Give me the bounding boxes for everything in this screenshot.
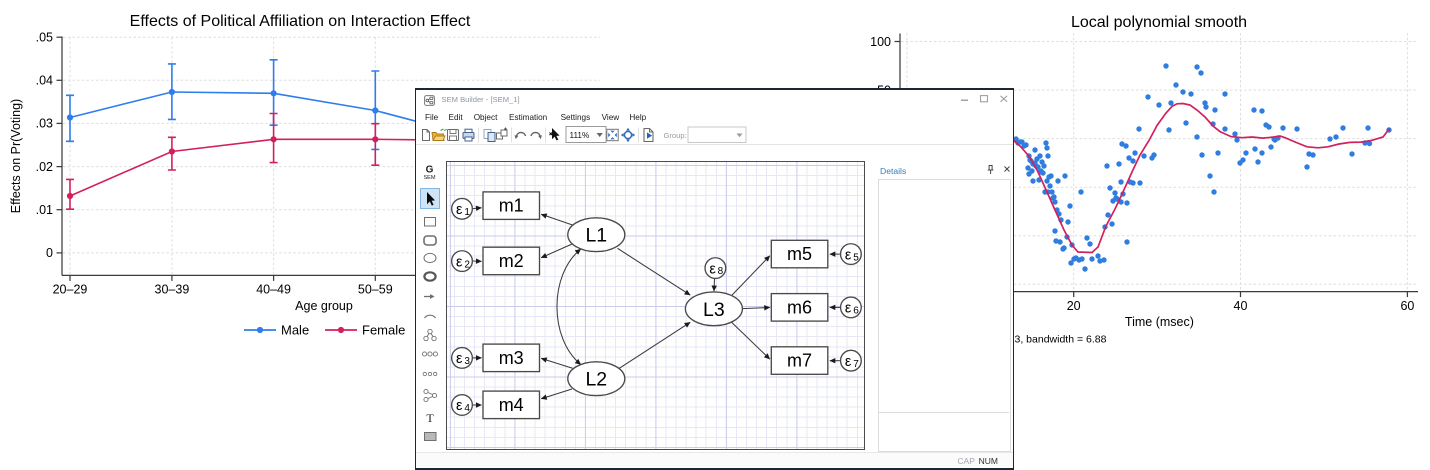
svg-text:Local polynomial smooth: Local polynomial smooth [1071, 14, 1247, 31]
svg-text:ε: ε [845, 247, 852, 263]
svg-text:Time (msec): Time (msec) [1125, 315, 1194, 329]
svg-text:ε: ε [456, 254, 463, 270]
svg-text:40–49: 40–49 [256, 283, 291, 297]
svg-text:ε: ε [845, 300, 852, 316]
svg-text:ε: ε [845, 353, 852, 369]
svg-text:m7: m7 [787, 350, 812, 370]
svg-text:m5: m5 [787, 244, 812, 264]
svg-text:Age group: Age group [295, 299, 353, 313]
svg-text:Female: Female [362, 323, 405, 338]
svg-text:6: 6 [853, 305, 859, 316]
svg-text:L1: L1 [585, 224, 607, 246]
svg-text:2: 2 [464, 259, 470, 270]
svg-text:3, bandwidth = 6.88: 3, bandwidth = 6.88 [1015, 333, 1107, 345]
svg-text:.03: .03 [36, 117, 53, 131]
svg-text:7: 7 [853, 358, 859, 369]
svg-text:111%: 111% [570, 131, 590, 140]
svg-text:Effects of Political Affiliati: Effects of Political Affiliation on Inte… [130, 13, 471, 30]
svg-text:G: G [426, 165, 434, 176]
svg-text:m1: m1 [499, 195, 524, 215]
svg-text:T: T [426, 411, 434, 425]
svg-text:ε: ε [456, 351, 463, 367]
svg-text:4: 4 [464, 403, 470, 414]
svg-text:3: 3 [464, 356, 470, 367]
svg-text:Male: Male [281, 323, 309, 338]
svg-text:m2: m2 [499, 251, 524, 271]
svg-text:Effects on Pr(Voting): Effects on Pr(Voting) [9, 99, 23, 213]
svg-text:m6: m6 [787, 297, 812, 317]
svg-text:.02: .02 [36, 160, 53, 174]
svg-text:m3: m3 [499, 347, 524, 367]
svg-text:.04: .04 [36, 74, 53, 88]
svg-text:40: 40 [1234, 299, 1248, 313]
svg-text:0: 0 [46, 246, 53, 260]
svg-text:L3: L3 [703, 298, 725, 320]
svg-text:8: 8 [718, 266, 724, 277]
svg-text:ε: ε [709, 261, 716, 277]
svg-text:SEM: SEM [423, 175, 435, 181]
svg-text:60: 60 [1400, 299, 1414, 313]
svg-text:1: 1 [464, 207, 470, 218]
svg-text:100: 100 [870, 35, 891, 49]
svg-text:ε: ε [456, 202, 463, 218]
svg-text:20: 20 [1067, 299, 1081, 313]
svg-text:.05: .05 [36, 31, 53, 45]
svg-text:20–29: 20–29 [53, 283, 88, 297]
svg-text:30–39: 30–39 [155, 283, 190, 297]
svg-text:Group:: Group: [664, 131, 687, 140]
svg-text:50–59: 50–59 [358, 283, 393, 297]
svg-text:5: 5 [853, 252, 859, 263]
svg-text:L2: L2 [585, 368, 607, 390]
svg-text:ε: ε [456, 398, 463, 414]
svg-text:m4: m4 [499, 394, 524, 414]
svg-text:.01: .01 [36, 203, 53, 217]
